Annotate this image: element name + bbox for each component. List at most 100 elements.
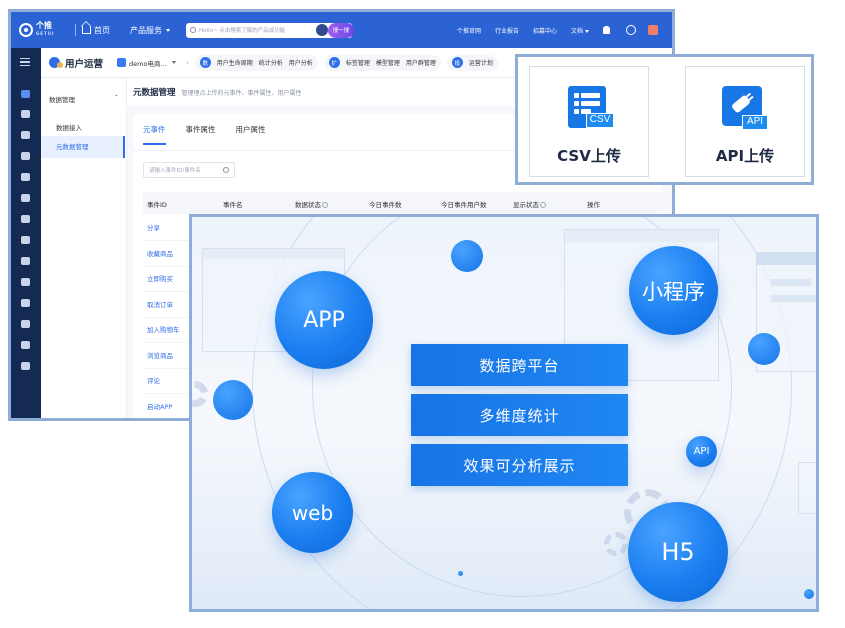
home-icon bbox=[82, 26, 91, 34]
nav-tag-management[interactable]: 标签管理 bbox=[346, 58, 370, 67]
gift-icon[interactable] bbox=[648, 25, 658, 35]
api-upload-card[interactable]: API API上传 bbox=[685, 66, 805, 177]
api-upload-label: API上传 bbox=[715, 147, 775, 165]
group-badge: 投 bbox=[451, 57, 463, 68]
csv-upload-card[interactable]: CSV CSV上传 bbox=[529, 66, 649, 177]
logo[interactable]: 个推 GETUI bbox=[19, 22, 69, 38]
decor-window bbox=[798, 462, 816, 514]
nav-icon[interactable] bbox=[21, 299, 30, 307]
group-badge: 扩 bbox=[328, 57, 340, 68]
csv-file-icon: CSV bbox=[568, 86, 614, 128]
help-icon[interactable] bbox=[540, 202, 546, 208]
nav-icon[interactable] bbox=[21, 110, 30, 118]
nav-group-data: 数 用户生命周期 统计分析 用户分析 bbox=[194, 54, 318, 71]
tab-user-props[interactable]: 用户属性 bbox=[236, 124, 266, 145]
upload-options-window: CSV CSV上传 API API上传 bbox=[515, 54, 814, 185]
col-data-status: 数据状态 bbox=[295, 199, 328, 209]
nav-icon[interactable] bbox=[21, 236, 30, 244]
mini-program-bubble: 小程序 bbox=[629, 246, 718, 335]
nav-icon[interactable] bbox=[21, 215, 30, 223]
caret-down-icon bbox=[171, 61, 176, 64]
h5-bubble: H5 bbox=[628, 502, 728, 602]
nav-model-management[interactable]: 模型管理 bbox=[376, 58, 400, 67]
decor-dot bbox=[458, 571, 463, 576]
col-actions: 操作 bbox=[587, 201, 600, 209]
nav-lifecycle[interactable]: 用户生命周期 bbox=[217, 58, 253, 67]
nav-icon[interactable] bbox=[21, 152, 30, 160]
app-selector[interactable]: demo电商… bbox=[117, 58, 176, 68]
help-icon[interactable] bbox=[322, 202, 328, 208]
caret-down-icon bbox=[166, 28, 170, 32]
products-menu[interactable]: 产品服务 bbox=[130, 25, 170, 36]
nav-icon[interactable] bbox=[21, 131, 30, 139]
event-search-input[interactable]: 请输入事件ID/事件名 bbox=[143, 162, 235, 178]
decor-dot bbox=[748, 333, 780, 365]
gear-icon bbox=[192, 381, 208, 407]
nav-campaign-plan[interactable]: 运营计划 bbox=[469, 58, 493, 67]
nav-data-access[interactable]: 数据接入 bbox=[56, 122, 82, 132]
col-event-name: 事件名 bbox=[223, 201, 243, 209]
table-header: 事件ID 事件名 数据状态 今日事件数 今日事件用户数 显示状态 操作 bbox=[143, 192, 662, 214]
api-bubble: API bbox=[686, 436, 717, 467]
caret-down-icon bbox=[585, 29, 589, 33]
tab-meta-events[interactable]: 元事件 bbox=[143, 124, 166, 145]
decor-dot bbox=[213, 380, 253, 420]
nav-segment-management[interactable]: 用户群管理 bbox=[406, 58, 436, 67]
search-icon bbox=[190, 27, 196, 33]
nav-metadata[interactable]: 元数据管理 bbox=[41, 136, 125, 158]
home-link[interactable]: 首页 bbox=[82, 25, 110, 36]
top-navbar: 个推 GETUI 首页 产品服务 Hello~ 点击搜索了解的产品或功能 搜一搜… bbox=[11, 12, 672, 48]
decor-dot bbox=[804, 589, 814, 599]
page-description: 管理埋点上传的元事件、事件属性、用户属性 bbox=[181, 89, 302, 97]
recruit-link[interactable]: 招募中心 bbox=[533, 26, 557, 35]
nav-statistics[interactable]: 统计分析 bbox=[259, 58, 283, 67]
tab-bar: 元事件 事件属性 用户属性 bbox=[143, 124, 266, 145]
industry-report-link[interactable]: 行业报告 bbox=[495, 26, 519, 35]
feature-cross-platform: 数据跨平台 bbox=[411, 344, 628, 386]
api-plug-icon: API bbox=[722, 86, 768, 130]
col-display-status: 显示状态 bbox=[513, 199, 546, 209]
menu-icon[interactable] bbox=[20, 58, 30, 66]
top-links: 个推官网 行业报告 招募中心 文档 bbox=[457, 12, 672, 48]
feature-multi-dimension: 多维度统计 bbox=[411, 394, 628, 436]
user-icon[interactable] bbox=[626, 25, 636, 35]
col-event-id: 事件ID bbox=[147, 201, 167, 209]
global-search-input[interactable]: Hello~ 点击搜索了解的产品或功能 搜一搜 bbox=[186, 22, 354, 38]
icon-sidebar bbox=[11, 48, 41, 418]
chevron-up-icon: ˆ bbox=[114, 94, 118, 102]
search-button[interactable]: 搜一搜 bbox=[328, 22, 354, 38]
nav-user-analysis[interactable]: 用户分析 bbox=[289, 58, 313, 67]
nav-group-campaign: 投 运营计划 bbox=[446, 54, 498, 71]
col-today-events: 今日事件数 bbox=[369, 201, 402, 209]
search-icon bbox=[223, 167, 229, 173]
users-icon bbox=[49, 57, 63, 68]
app-bubble: APP bbox=[275, 271, 373, 369]
nav-icon[interactable] bbox=[21, 278, 30, 286]
left-nav: 数据管理 ˆ 数据接入 元数据管理 bbox=[41, 78, 127, 418]
col-today-users: 今日事件用户数 bbox=[441, 201, 487, 209]
group-badge: 数 bbox=[199, 57, 211, 68]
feature-analysis-display: 效果可分析展示 bbox=[411, 444, 628, 486]
nav-group-header[interactable]: 数据管理 ˆ bbox=[49, 94, 118, 104]
bell-icon[interactable] bbox=[603, 26, 610, 34]
nav-icon[interactable] bbox=[21, 194, 30, 202]
nav-icon[interactable] bbox=[21, 362, 30, 370]
page-title: 元数据管理 bbox=[133, 88, 176, 98]
users-icon[interactable] bbox=[21, 90, 30, 98]
nav-icon[interactable] bbox=[21, 173, 30, 181]
docs-menu[interactable]: 文档 bbox=[571, 26, 589, 35]
web-bubble: web bbox=[272, 472, 353, 553]
gear-icon bbox=[604, 532, 628, 556]
logo-icon bbox=[19, 23, 33, 37]
nav-icon[interactable] bbox=[21, 257, 30, 265]
csv-upload-label: CSV上传 bbox=[557, 147, 621, 165]
section-title: 用户运营 bbox=[49, 56, 103, 70]
data-platform-illustration: APP 小程序 web H5 API 数据跨平台 多维度统计 效果可分析展示 bbox=[189, 214, 819, 612]
official-site-link[interactable]: 个推官网 bbox=[457, 26, 481, 35]
chevron-left-icon[interactable]: ‹ bbox=[186, 59, 189, 67]
nav-group-tags: 扩 标签管理 模型管理 用户群管理 bbox=[323, 54, 441, 71]
tab-event-props[interactable]: 事件属性 bbox=[186, 124, 216, 145]
robot-icon bbox=[316, 23, 328, 36]
nav-icon[interactable] bbox=[21, 341, 30, 349]
nav-icon[interactable] bbox=[21, 320, 30, 328]
